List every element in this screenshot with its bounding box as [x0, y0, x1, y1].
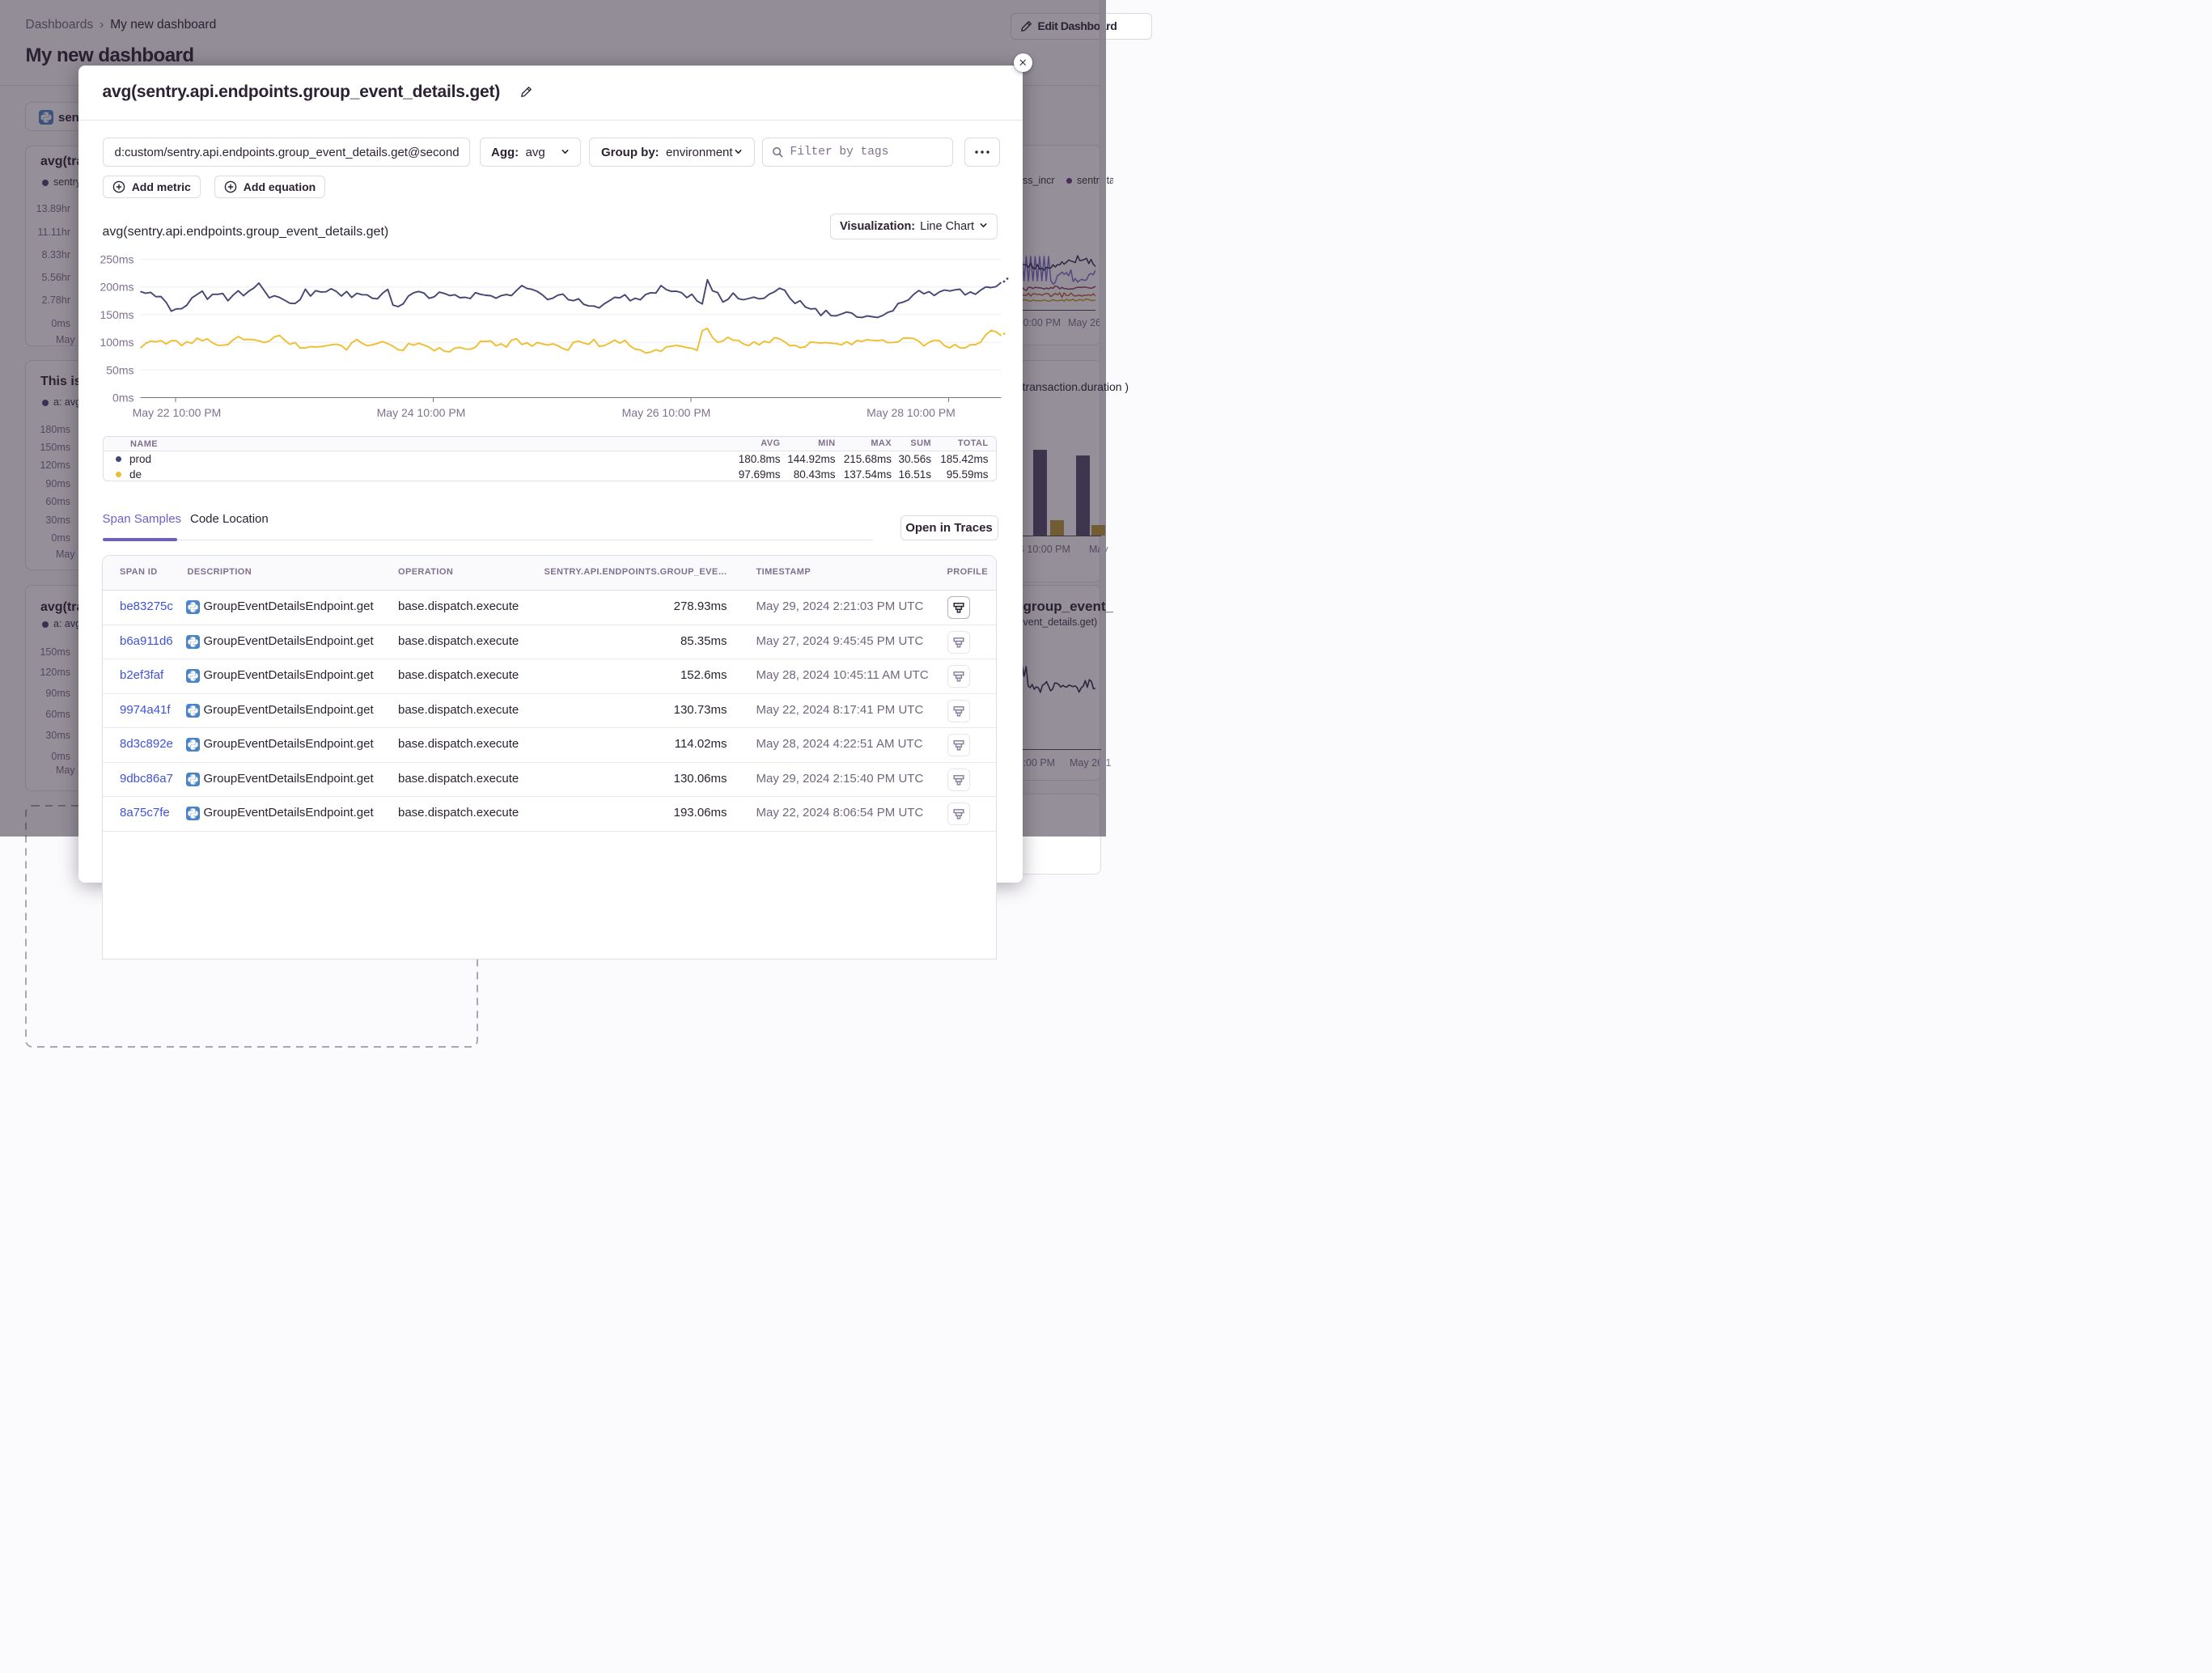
svg-text:May 24 10:00 PM: May 24 10:00 PM — [376, 406, 465, 419]
svg-text:150ms: 150ms — [100, 308, 133, 321]
svg-text:250ms: 250ms — [100, 252, 133, 265]
svg-text:50ms: 50ms — [106, 363, 133, 376]
svg-text:May 22 10:00 PM: May 22 10:00 PM — [132, 406, 221, 419]
svg-text:May 28 10:00 PM: May 28 10:00 PM — [867, 406, 956, 419]
svg-text:100ms: 100ms — [100, 336, 133, 349]
svg-text:May 26 10:00 PM: May 26 10:00 PM — [621, 406, 710, 419]
svg-text:0ms: 0ms — [112, 391, 133, 404]
svg-text:200ms: 200ms — [100, 281, 133, 294]
